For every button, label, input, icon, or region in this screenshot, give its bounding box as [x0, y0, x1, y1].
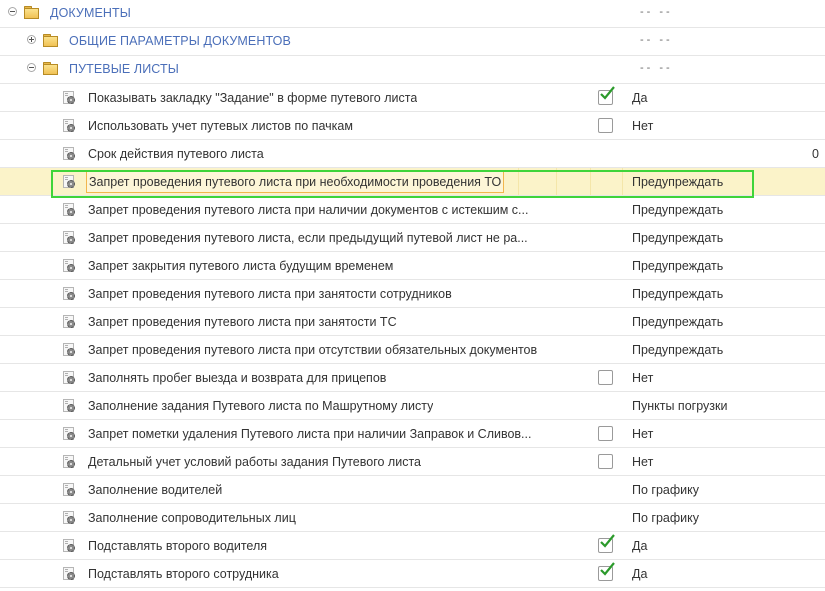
setting-row[interactable]: Запрет проведения путевого листа при отс… — [0, 336, 825, 364]
setting-label: Запрет проведения путевого листа при зан… — [88, 315, 397, 329]
setting-value[interactable]: Предупреждать — [632, 287, 723, 301]
group-row-documents[interactable]: ДОКУМЕНТЫ -- -- — [0, 0, 825, 28]
setting-label: Запрет закрытия путевого листа будущим в… — [88, 259, 394, 273]
group-label: ПУТЕВЫЕ ЛИСТЫ — [69, 62, 179, 76]
group-value: -- -- — [640, 34, 673, 46]
setting-value[interactable]: Предупреждать — [632, 343, 723, 357]
group-label: ОБЩИЕ ПАРАМЕТРЫ ДОКУМЕНТОВ — [69, 34, 291, 48]
setting-gear-icon — [63, 315, 75, 328]
setting-gear-icon — [63, 483, 75, 496]
setting-row[interactable]: Запрет пометки удаления Путевого листа п… — [0, 420, 825, 448]
group-label: ДОКУМЕНТЫ — [50, 6, 131, 20]
group-row-general-params[interactable]: ОБЩИЕ ПАРАМЕТРЫ ДОКУМЕНТОВ -- -- — [0, 28, 825, 56]
setting-gear-icon — [63, 231, 75, 244]
setting-gear-icon — [63, 175, 75, 188]
collapse-icon[interactable] — [27, 63, 36, 72]
setting-label: Подставлять второго водителя — [88, 539, 268, 553]
setting-value[interactable]: Предупреждать — [632, 231, 723, 245]
setting-label: Подставлять второго сотрудника — [88, 567, 279, 581]
setting-row[interactable]: Показывать закладку "Задание" в форме пу… — [0, 84, 825, 112]
setting-value[interactable]: Нет — [632, 455, 653, 469]
setting-value[interactable]: Нет — [632, 427, 653, 441]
setting-value[interactable]: По графику — [632, 511, 699, 525]
setting-gear-icon — [63, 539, 75, 552]
setting-label: Показывать закладку "Задание" в форме пу… — [88, 91, 418, 105]
setting-checkbox[interactable] — [598, 370, 613, 385]
setting-label[interactable]: Запрет проведения путевого листа при нео… — [86, 171, 505, 193]
setting-value[interactable]: Нет — [632, 371, 653, 385]
folder-icon — [24, 6, 39, 19]
setting-gear-icon — [63, 567, 75, 580]
setting-gear-icon — [63, 147, 75, 160]
setting-value[interactable]: Да — [632, 91, 647, 105]
setting-row[interactable]: Заполнение сопроводительных лиц По графи… — [0, 504, 825, 532]
setting-value[interactable]: Предупреждать — [632, 203, 723, 217]
setting-gear-icon — [63, 455, 75, 468]
setting-label: Запрет проведения путевого листа при зан… — [88, 287, 452, 301]
setting-checkbox[interactable] — [598, 118, 613, 133]
setting-row[interactable]: Подставлять второго сотрудника Да — [0, 560, 825, 588]
setting-label: Запрет пометки удаления Путевого листа п… — [88, 427, 532, 441]
setting-gear-icon — [63, 427, 75, 440]
setting-label: Детальный учет условий работы задания Пу… — [88, 455, 421, 469]
setting-gear-icon — [63, 259, 75, 272]
setting-row[interactable]: Заполнение задания Путевого листа по Маш… — [0, 392, 825, 420]
setting-label: Заполнение задания Путевого листа по Маш… — [88, 399, 434, 413]
setting-label: Использовать учет путевых листов по пачк… — [88, 119, 353, 133]
setting-row[interactable]: Срок действия путевого листа 0 — [0, 140, 825, 168]
folder-icon — [43, 62, 58, 75]
setting-value[interactable]: Предупреждать — [632, 315, 723, 329]
setting-value[interactable]: Да — [632, 567, 647, 581]
setting-checkbox[interactable] — [598, 534, 615, 553]
setting-row[interactable]: Использовать учет путевых листов по пачк… — [0, 112, 825, 140]
setting-checkbox[interactable] — [598, 426, 613, 441]
setting-label: Срок действия путевого листа — [88, 147, 264, 161]
expand-icon[interactable] — [27, 35, 36, 44]
setting-row[interactable]: Запрет проведения путевого листа при зан… — [0, 280, 825, 308]
setting-value[interactable]: Да — [632, 539, 647, 553]
checkmark-icon — [600, 86, 615, 100]
setting-checkbox[interactable] — [598, 454, 613, 469]
setting-value[interactable]: 0 — [812, 147, 819, 161]
setting-row[interactable]: Запрет закрытия путевого листа будущим в… — [0, 252, 825, 280]
setting-label: Запрет проведения путевого листа при отс… — [88, 343, 538, 357]
setting-label: Запрет проведения путевого листа, если п… — [88, 231, 528, 245]
setting-gear-icon — [63, 399, 75, 412]
checkmark-icon — [600, 562, 615, 576]
setting-row[interactable]: Запрет проведения путевого листа при зан… — [0, 308, 825, 336]
checkmark-icon — [600, 534, 615, 548]
setting-label: Заполнять пробег выезда и возврата для п… — [88, 371, 387, 385]
setting-value[interactable]: Пункты погрузки — [632, 399, 727, 413]
setting-row-selected[interactable]: Запрет проведения путевого листа при нео… — [0, 168, 825, 196]
setting-row[interactable]: Подставлять второго водителя Да — [0, 532, 825, 560]
setting-gear-icon — [63, 91, 75, 104]
collapse-icon[interactable] — [8, 7, 17, 16]
setting-checkbox[interactable] — [598, 86, 615, 105]
setting-row[interactable]: Заполнение водителей По графику — [0, 476, 825, 504]
setting-gear-icon — [63, 287, 75, 300]
setting-value[interactable]: Предупреждать — [632, 259, 723, 273]
folder-icon — [43, 34, 58, 47]
group-row-waybills[interactable]: ПУТЕВЫЕ ЛИСТЫ -- -- — [0, 56, 825, 84]
setting-label: Запрет проведения путевого листа при нал… — [88, 203, 529, 217]
setting-gear-icon — [63, 371, 75, 384]
setting-gear-icon — [63, 343, 75, 356]
setting-value[interactable]: Предупреждать — [632, 175, 723, 189]
setting-row[interactable]: Детальный учет условий работы задания Пу… — [0, 448, 825, 476]
setting-checkbox[interactable] — [598, 562, 615, 581]
setting-label: Заполнение водителей — [88, 483, 223, 497]
setting-label: Заполнение сопроводительных лиц — [88, 511, 296, 525]
group-value: -- -- — [640, 62, 673, 74]
setting-value[interactable]: По графику — [632, 483, 699, 497]
settings-tree: ДОКУМЕНТЫ -- -- ОБЩИЕ ПАРАМЕТРЫ ДОКУМЕНТ… — [0, 0, 825, 588]
setting-gear-icon — [63, 119, 75, 132]
setting-value[interactable]: Нет — [632, 119, 653, 133]
group-value: -- -- — [640, 6, 673, 18]
setting-gear-icon — [63, 203, 75, 216]
setting-row[interactable]: Запрет проведения путевого листа при нал… — [0, 196, 825, 224]
setting-gear-icon — [63, 511, 75, 524]
setting-row[interactable]: Заполнять пробег выезда и возврата для п… — [0, 364, 825, 392]
setting-row[interactable]: Запрет проведения путевого листа, если п… — [0, 224, 825, 252]
